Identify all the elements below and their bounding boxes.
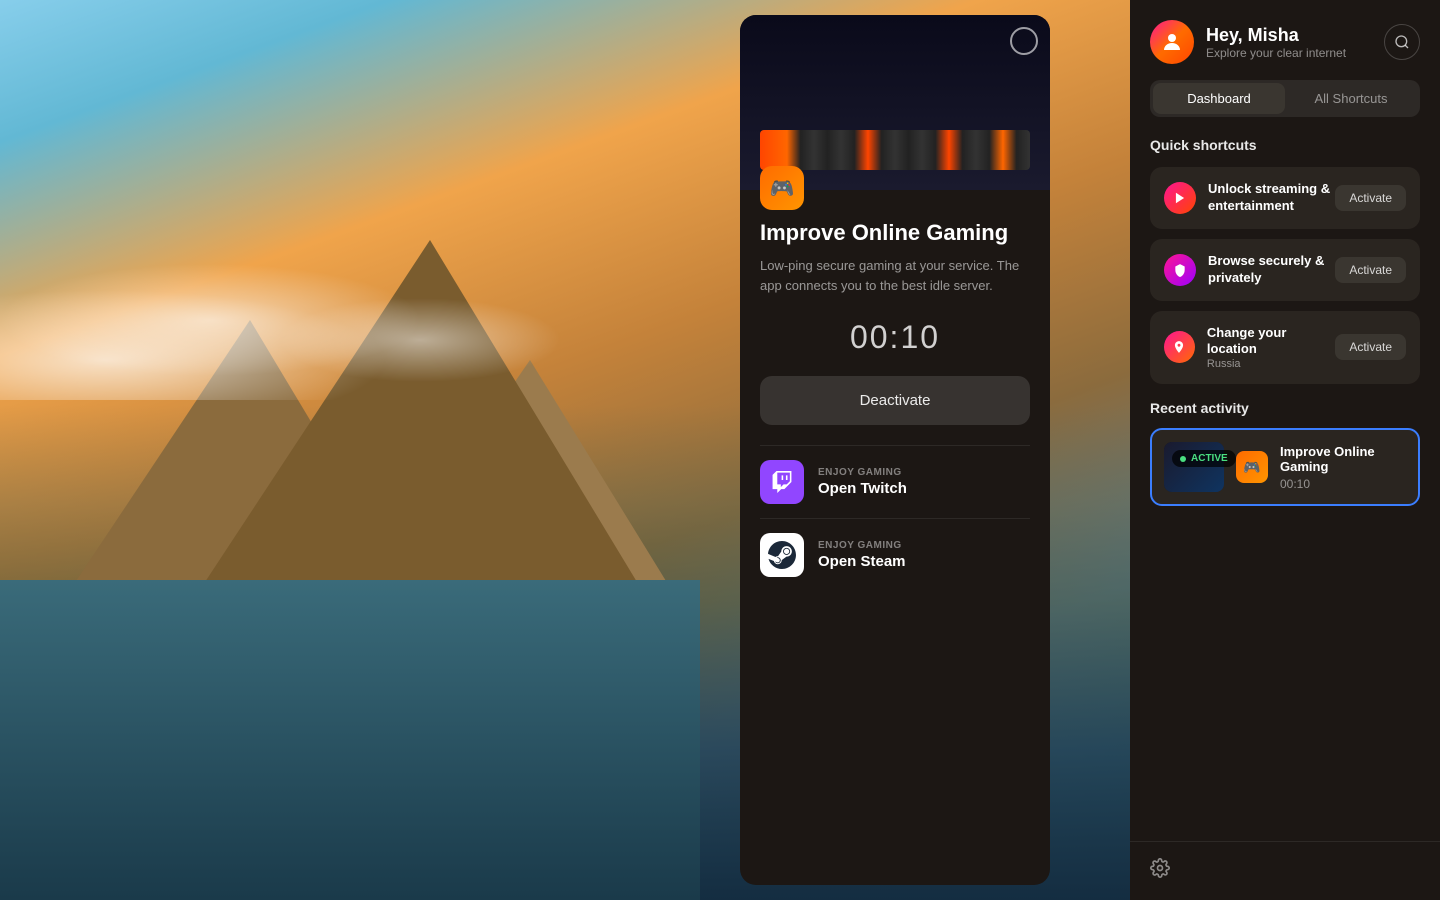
panel-title: Improve Online Gaming	[760, 220, 1030, 246]
location-shortcut-item[interactable]: Change your location Russia Activate	[1150, 311, 1420, 385]
streaming-left: Unlock streaming & entertainment	[1164, 181, 1330, 215]
location-subtitle: Russia	[1207, 358, 1335, 370]
recent-activity-title: Recent activity	[1150, 400, 1420, 416]
steam-name: Open Steam	[818, 553, 906, 570]
right-sidebar: Hey, Misha Explore your clear internet D…	[1130, 0, 1440, 900]
streaming-text: Unlock streaming & entertainment	[1208, 181, 1330, 215]
steam-icon-box	[760, 533, 804, 577]
recent-text: Improve Online Gaming 00:10	[1280, 444, 1406, 491]
panel-hero: 🎮	[740, 15, 1050, 190]
streaming-title: Unlock streaming & entertainment	[1208, 181, 1330, 215]
location-activate-btn[interactable]: Activate	[1335, 334, 1406, 360]
active-label: ACTIVE	[1191, 453, 1228, 464]
location-text: Change your location Russia	[1207, 325, 1335, 371]
water-layer	[0, 580, 700, 900]
browse-activate-btn[interactable]: Activate	[1335, 257, 1406, 283]
recent-title: Improve Online Gaming	[1280, 444, 1406, 474]
panel-content: Improve Online Gaming Low-ping secure ga…	[740, 190, 1050, 885]
user-info: Hey, Misha Explore your clear internet	[1150, 20, 1346, 64]
gaming-hero-image	[740, 15, 1050, 190]
tab-dashboard[interactable]: Dashboard	[1153, 83, 1285, 114]
main-panel: 🎮 Improve Online Gaming Low-ping secure …	[740, 15, 1050, 885]
panel-description: Low-ping secure gaming at your service. …	[760, 256, 1030, 295]
browse-left: Browse securely & privately	[1164, 253, 1324, 287]
active-dot	[1180, 456, 1186, 462]
search-button[interactable]	[1384, 24, 1420, 60]
browse-title: Browse securely & privately	[1208, 253, 1324, 287]
twitch-category: ENJOY GAMING	[818, 467, 907, 478]
location-icon	[1164, 331, 1195, 363]
browse-icon	[1164, 254, 1196, 286]
active-badge: ACTIVE	[1172, 450, 1236, 467]
clouds-layer	[0, 200, 700, 400]
recent-thumb-wrapper: ACTIVE	[1164, 442, 1224, 492]
timer-display: 00:10	[760, 319, 1030, 356]
browse-shortcut-item[interactable]: Browse securely & privately Activate	[1150, 239, 1420, 301]
sidebar-footer	[1130, 841, 1440, 900]
recent-activity-card[interactable]: ACTIVE 🎮 Improve Online Gaming 00:10	[1150, 428, 1420, 506]
avatar	[1150, 20, 1194, 64]
twitch-shortcut[interactable]: ENJOY GAMING Open Twitch	[760, 445, 1030, 518]
deactivate-button[interactable]: Deactivate	[760, 376, 1030, 425]
browse-text: Browse securely & privately	[1208, 253, 1324, 287]
steam-text-group: ENJOY GAMING Open Steam	[818, 540, 906, 570]
user-subtitle: Explore your clear internet	[1206, 46, 1346, 60]
sidebar-header: Hey, Misha Explore your clear internet	[1130, 0, 1440, 64]
steam-shortcut[interactable]: ENJOY GAMING Open Steam	[760, 518, 1030, 591]
twitch-name: Open Twitch	[818, 480, 907, 497]
quick-shortcuts-title: Quick shortcuts	[1150, 137, 1420, 153]
settings-button[interactable]	[1150, 858, 1170, 884]
gaming-icon: 🎮	[760, 166, 804, 210]
sidebar-content: Quick shortcuts Unlock streaming & enter…	[1130, 117, 1440, 841]
streaming-icon	[1164, 182, 1196, 214]
user-greeting: Hey, Misha	[1206, 25, 1346, 46]
tabs-bar: Dashboard All Shortcuts	[1150, 80, 1420, 117]
streaming-shortcut-item[interactable]: Unlock streaming & entertainment Activat…	[1150, 167, 1420, 229]
circle-indicator	[1010, 27, 1038, 55]
recent-icon: 🎮	[1236, 451, 1268, 483]
twitch-icon	[760, 460, 804, 504]
location-title: Change your location	[1207, 325, 1335, 359]
twitch-text-group: ENJOY GAMING Open Twitch	[818, 467, 907, 497]
tab-all-shortcuts[interactable]: All Shortcuts	[1285, 83, 1417, 114]
streaming-activate-btn[interactable]: Activate	[1335, 185, 1406, 211]
location-left: Change your location Russia	[1164, 325, 1335, 371]
recent-timer: 00:10	[1280, 477, 1406, 491]
user-text: Hey, Misha Explore your clear internet	[1206, 25, 1346, 60]
steam-category: ENJOY GAMING	[818, 540, 906, 551]
